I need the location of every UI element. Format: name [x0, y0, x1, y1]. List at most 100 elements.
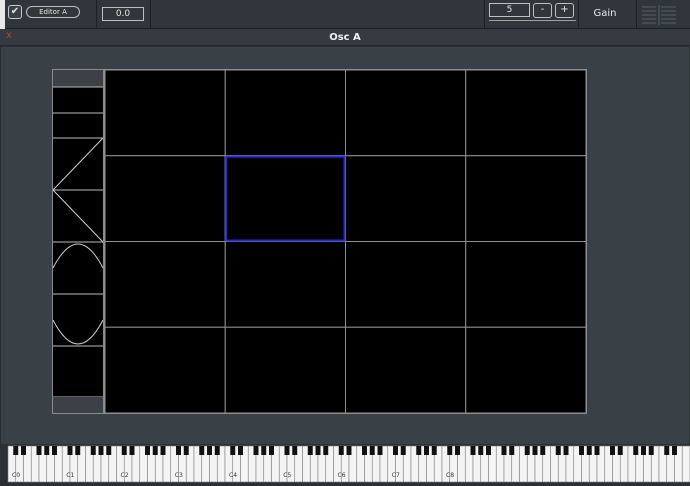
black-key[interactable] — [323, 446, 329, 455]
black-key[interactable] — [424, 446, 429, 455]
black-key[interactable] — [284, 446, 290, 455]
black-key[interactable] — [393, 446, 398, 455]
grid-cell[interactable] — [224, 70, 346, 157]
oscillator-grid[interactable] — [104, 69, 587, 414]
black-key[interactable] — [633, 446, 639, 455]
octave-label: C8 — [446, 472, 454, 479]
black-key[interactable] — [98, 446, 104, 455]
white-key[interactable] — [681, 445, 690, 483]
black-key[interactable] — [13, 446, 19, 455]
grid-cell[interactable] — [105, 326, 226, 413]
close-icon[interactable]: x — [6, 30, 16, 42]
gain-button[interactable]: Gain — [580, 7, 630, 21]
black-key[interactable] — [238, 446, 243, 455]
grid-cell[interactable] — [465, 155, 586, 242]
increment-button[interactable]: + — [555, 3, 574, 18]
black-key[interactable] — [610, 446, 615, 455]
black-key[interactable] — [152, 446, 158, 455]
black-key[interactable] — [90, 446, 96, 455]
black-key[interactable] — [145, 446, 150, 455]
black-key[interactable] — [183, 446, 189, 455]
black-key[interactable] — [199, 446, 205, 455]
grid-cell[interactable] — [224, 326, 346, 413]
grid-cell[interactable] — [105, 70, 226, 157]
black-key[interactable] — [44, 446, 50, 455]
black-key[interactable] — [346, 446, 352, 455]
octave-label: C7 — [392, 472, 400, 479]
black-key[interactable] — [447, 446, 453, 455]
grid-cell[interactable] — [345, 155, 467, 242]
black-key[interactable] — [470, 446, 476, 455]
black-key[interactable] — [269, 446, 274, 455]
grid-cell[interactable] — [345, 70, 467, 157]
value-display[interactable]: 0.0 — [102, 7, 144, 21]
black-key[interactable] — [338, 446, 344, 455]
black-key[interactable] — [362, 446, 367, 455]
black-key[interactable] — [307, 446, 313, 455]
grid-cell[interactable] — [345, 326, 467, 413]
black-key[interactable] — [532, 446, 538, 455]
black-key[interactable] — [230, 446, 236, 455]
octave-label: C6 — [338, 472, 346, 479]
black-key[interactable] — [524, 446, 530, 455]
octave-label: C2 — [121, 472, 129, 479]
black-key[interactable] — [478, 446, 484, 455]
black-key[interactable] — [253, 446, 259, 455]
grid-icon[interactable] — [642, 5, 678, 25]
black-key[interactable] — [586, 446, 592, 455]
black-key[interactable] — [540, 446, 546, 455]
number-field[interactable]: 5 — [489, 3, 530, 17]
toolbar-divider — [150, 0, 151, 29]
black-key[interactable] — [36, 446, 42, 455]
black-key[interactable] — [501, 446, 507, 455]
black-key[interactable] — [377, 446, 383, 455]
black-key[interactable] — [261, 446, 267, 455]
black-key[interactable] — [486, 446, 491, 455]
black-key[interactable] — [509, 446, 515, 455]
black-key[interactable] — [52, 446, 57, 455]
black-key[interactable] — [672, 446, 677, 455]
black-key[interactable] — [563, 446, 569, 455]
black-key[interactable] — [129, 446, 135, 455]
black-key[interactable] — [648, 446, 654, 455]
black-key[interactable] — [431, 446, 437, 455]
black-key[interactable] — [207, 446, 212, 455]
black-key[interactable] — [315, 446, 321, 455]
black-key[interactable] — [579, 446, 584, 455]
black-key[interactable] — [369, 446, 375, 455]
black-key[interactable] — [641, 446, 646, 455]
black-key[interactable] — [214, 446, 220, 455]
black-key[interactable] — [176, 446, 181, 455]
grid-cell[interactable] — [224, 241, 346, 328]
black-key[interactable] — [106, 446, 112, 455]
black-key[interactable] — [21, 446, 26, 455]
piano-keyboard[interactable]: C0 C1 C2 C3 C4 C5 C6 C7 C8 — [0, 444, 690, 486]
black-key[interactable] — [555, 446, 561, 455]
toolbar-divider — [484, 0, 485, 29]
black-key[interactable] — [400, 446, 406, 455]
black-key[interactable] — [455, 446, 460, 455]
black-key[interactable] — [416, 446, 422, 455]
grid-cell[interactable] — [345, 241, 467, 328]
grid-cell[interactable] — [465, 70, 586, 157]
grid-cell[interactable] — [105, 155, 226, 242]
grid-cell[interactable] — [224, 155, 346, 242]
black-key[interactable] — [617, 446, 623, 455]
black-key[interactable] — [121, 446, 127, 455]
editor-selector-button[interactable]: Editor A — [26, 6, 80, 18]
toolbar-divider — [96, 0, 97, 29]
black-key[interactable] — [160, 446, 166, 455]
black-key[interactable] — [67, 446, 73, 455]
grid-cell[interactable] — [465, 326, 586, 413]
decrement-button[interactable]: - — [533, 3, 552, 18]
enable-checkbox[interactable]: ✔ — [8, 5, 22, 19]
octave-label: C3 — [175, 472, 183, 479]
grid-cell[interactable] — [105, 241, 226, 328]
black-key[interactable] — [75, 446, 81, 455]
black-key[interactable] — [292, 446, 298, 455]
app-root: ✔ Editor A 0.0 5 - + Gain Osc A x C0 C1 … — [0, 0, 690, 486]
grid-cell[interactable] — [465, 241, 586, 328]
waveform-shape-column[interactable] — [52, 69, 104, 414]
black-key[interactable] — [594, 446, 600, 455]
black-key[interactable] — [664, 446, 670, 455]
